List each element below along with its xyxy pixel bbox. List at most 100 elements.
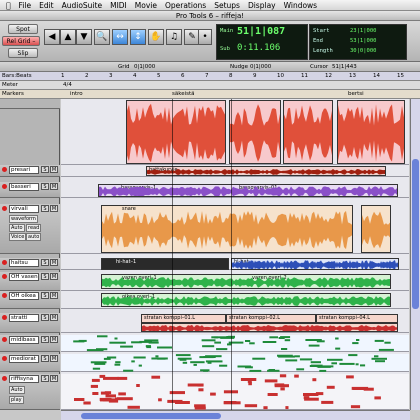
zoom-in-icon[interactable]: ▲	[60, 29, 76, 45]
record-enable-icon[interactable]	[2, 293, 7, 298]
menu-operations[interactable]: Operations	[165, 1, 206, 10]
voice-selector[interactable]: auto	[26, 233, 42, 241]
window-title-bar[interactable]: Pro Tools 6 – riffeja!	[0, 11, 420, 21]
mute-button[interactable]: M	[50, 183, 58, 190]
mute-button[interactable]: M	[50, 259, 58, 266]
audio-clip[interactable]	[337, 100, 405, 164]
track-header-stratti[interactable]: stratti S M	[0, 313, 60, 333]
record-enable-icon[interactable]	[2, 184, 7, 189]
track-name[interactable]: midibass	[9, 336, 39, 344]
track-header-presari[interactable]: presari S M	[0, 165, 60, 177]
menu-audiosuite[interactable]: AudioSuite	[62, 1, 102, 10]
menu-setups[interactable]: Setups	[214, 1, 240, 10]
audio-clip-stratti-2[interactable]: stratan komppi–02.L	[226, 314, 316, 323]
menu-movie[interactable]: Movie	[135, 1, 157, 10]
zoom-out-icon[interactable]: ◀	[44, 29, 60, 45]
horizontal-scroll-thumb[interactable]	[81, 413, 221, 419]
track-header-haitsu[interactable]: haitsu S M	[0, 258, 60, 270]
track-name[interactable]: virvali	[9, 205, 39, 213]
record-enable-icon[interactable]	[2, 356, 7, 361]
solo-button[interactable]: S	[41, 292, 49, 299]
audio-clip[interactable]	[229, 100, 281, 164]
edit-timeline[interactable]: battakurvie bassovarvis–1 bassovarvis–01…	[61, 99, 409, 410]
marker-bertsi[interactable]: bertsi	[348, 90, 364, 98]
mute-button[interactable]: M	[50, 292, 58, 299]
track-name[interactable]: presari	[9, 166, 39, 174]
vertical-scrollbar[interactable]	[410, 99, 420, 410]
track-name[interactable]: riffisyna	[9, 375, 39, 383]
menu-edit[interactable]: Edit	[39, 1, 54, 10]
audio-clip-stratti[interactable]: stratan komppi–01.L	[141, 314, 226, 323]
track-header-mediorat[interactable]: mediorat S M	[0, 354, 60, 372]
audio-clip[interactable]	[283, 100, 333, 164]
audio-clip-haitsu-2[interactable]: hi-hat	[231, 258, 399, 270]
mute-button[interactable]: M	[50, 205, 58, 212]
spot-mode-button[interactable]: Spot	[8, 24, 38, 34]
solo-button[interactable]: S	[41, 355, 49, 362]
track-name[interactable]: OH oikea	[9, 292, 39, 300]
record-enable-icon[interactable]	[2, 260, 7, 265]
horizontal-scrollbar[interactable]	[61, 410, 410, 420]
track-header-virvali[interactable]: virvali S M waveform Auto read Voice aut…	[0, 204, 60, 254]
mute-button[interactable]: M	[50, 336, 58, 343]
track-name[interactable]: stratti	[9, 314, 39, 322]
markers-ruler[interactable]: Markers intro säkeistä bertsi	[0, 90, 420, 99]
audio-clip-oh-oikea[interactable]: oikea overi–1	[101, 293, 391, 307]
edit-marker-line[interactable]	[172, 99, 173, 410]
main-counter[interactable]: Main 51|1|087 Sub 0:11.106	[216, 24, 308, 60]
audio-clip-presari[interactable]: battakurvie	[146, 166, 386, 176]
record-enable-icon[interactable]	[2, 274, 7, 279]
record-enable-icon[interactable]	[2, 167, 7, 172]
solo-button[interactable]: S	[41, 336, 49, 343]
audio-clip-stratti-lower[interactable]	[141, 323, 398, 332]
record-enable-icon[interactable]	[2, 337, 7, 342]
mute-button[interactable]: M	[50, 355, 58, 362]
mute-button[interactable]: M	[50, 314, 58, 321]
solo-button[interactable]: S	[41, 183, 49, 190]
mute-button[interactable]: M	[50, 166, 58, 173]
solo-button[interactable]: S	[41, 375, 49, 382]
solo-button[interactable]: S	[41, 205, 49, 212]
marker-intro[interactable]: intro	[70, 90, 83, 98]
trimmer-tool-icon[interactable]: ↔	[112, 29, 128, 45]
midi-play-label[interactable]: play	[9, 396, 24, 404]
menu-file[interactable]: File	[19, 1, 32, 10]
automation-mode-selector[interactable]: read	[26, 224, 42, 232]
vertical-scroll-thumb[interactable]	[412, 159, 419, 309]
record-enable-icon[interactable]	[2, 206, 7, 211]
bars-beats-ruler[interactable]: Bars:Beats 1 2 3 4 5 6 7 8 9 10 11 12 13 14 15	[0, 72, 420, 81]
track-header-oh-vasen[interactable]: OH vasen S M	[0, 272, 60, 291]
marker-saekeistae[interactable]: säkeistä	[172, 90, 195, 98]
solo-button[interactable]: S	[41, 314, 49, 321]
record-enable-icon[interactable]	[2, 376, 7, 381]
track-name[interactable]: mediorat	[9, 355, 39, 363]
mute-button[interactable]: M	[50, 273, 58, 280]
solo-button[interactable]: S	[41, 259, 49, 266]
track-name[interactable]: haitsu	[9, 259, 39, 267]
menu-midi[interactable]: MIDI	[110, 1, 127, 10]
smart-tool-icon[interactable]: •	[198, 29, 212, 45]
mute-button[interactable]: M	[50, 375, 58, 382]
track-header-riffisyna[interactable]: riffisyna S M Auto play	[0, 374, 60, 410]
audio-clip-virvali-2[interactable]	[361, 205, 391, 253]
zoomer-tool-icon[interactable]: 🔍	[94, 29, 110, 45]
record-enable-icon[interactable]	[2, 315, 7, 320]
solo-button[interactable]: S	[41, 273, 49, 280]
audio-clip-oh-vasen[interactable]: vazen overi–1 vazen overi–2	[101, 274, 391, 289]
audio-clip-virvali[interactable]: snare	[101, 205, 353, 253]
zoom-vertical-icon[interactable]: ▼	[76, 29, 92, 45]
grabber-tool-icon[interactable]: ✋	[148, 29, 164, 45]
menu-display[interactable]: Display	[248, 1, 276, 10]
track-name[interactable]: basseri	[9, 183, 39, 191]
track-header-oh-oikea[interactable]: OH oikea S M	[0, 291, 60, 309]
track-view-selector[interactable]: waveform	[9, 215, 38, 223]
slip-mode-button[interactable]: Slip	[8, 48, 38, 58]
track-name[interactable]: OH vasen	[9, 273, 39, 281]
selector-tool-icon[interactable]: ↕	[130, 29, 146, 45]
nudge-value[interactable]: 0|1|000	[250, 62, 271, 72]
meter-ruler[interactable]: Meter 4/4	[0, 81, 420, 90]
track-header-basseri[interactable]: basseri S M	[0, 182, 60, 198]
menu-windows[interactable]: Windows	[284, 1, 317, 10]
audio-clip[interactable]	[126, 100, 226, 164]
audio-clip-basseri[interactable]: bassovarvis–1 bassovarvis–01	[98, 184, 398, 197]
